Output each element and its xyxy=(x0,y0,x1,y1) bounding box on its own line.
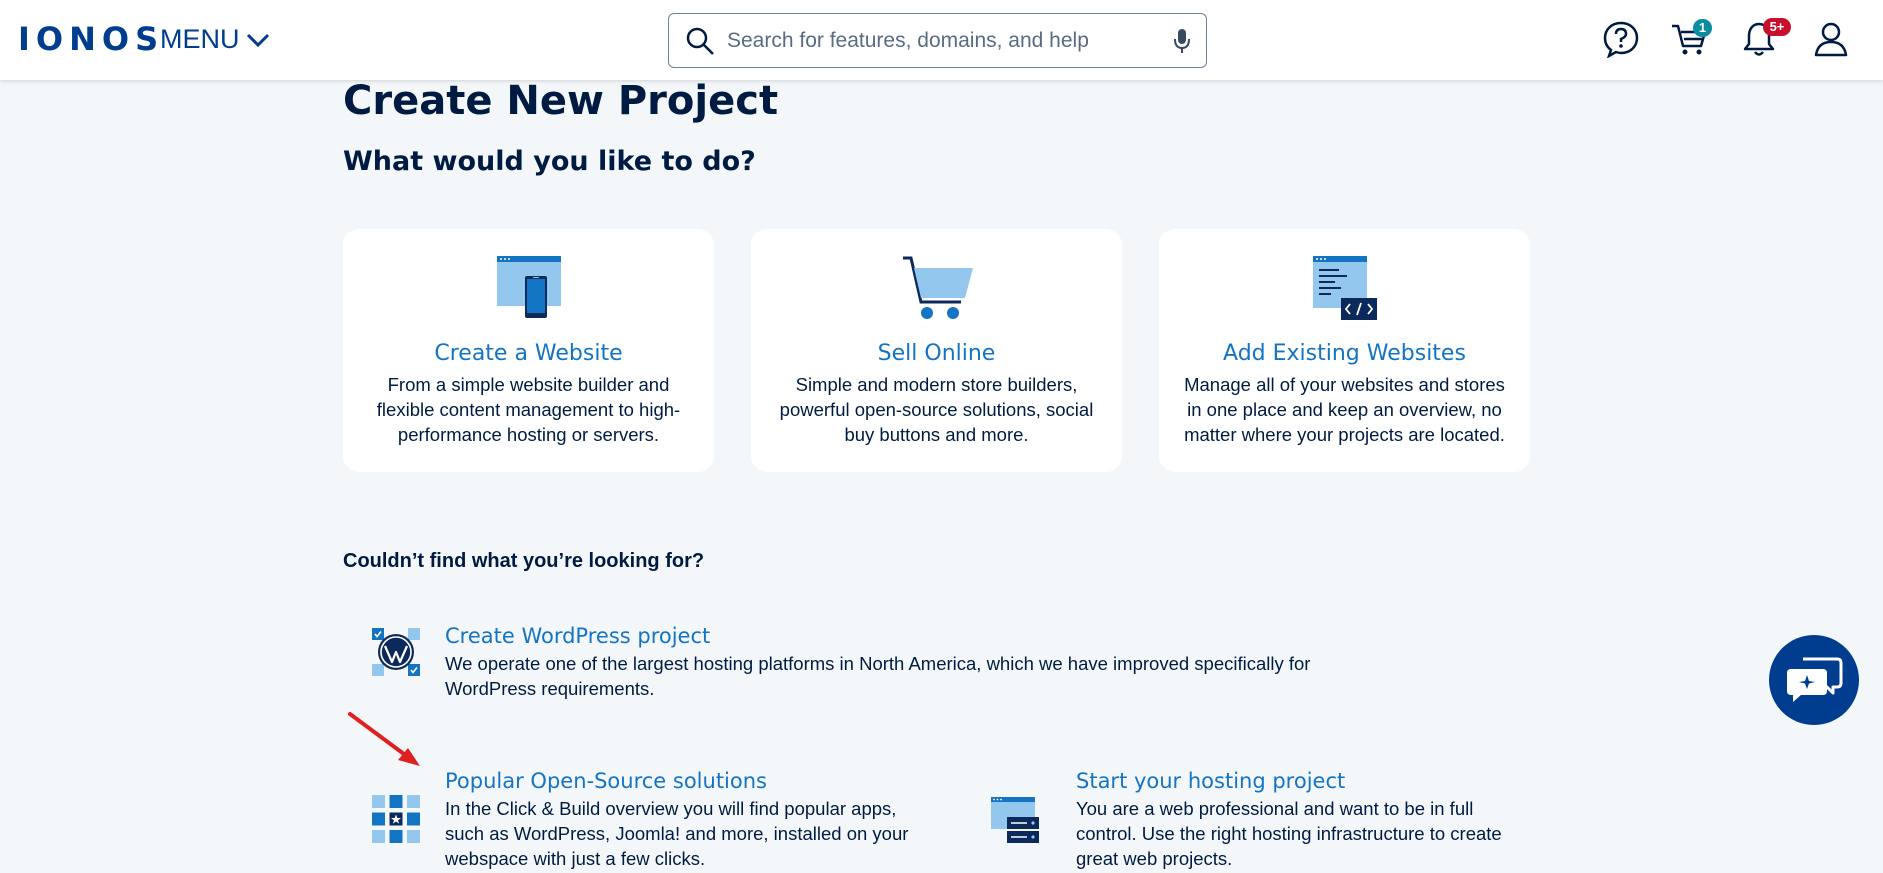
search-box[interactable] xyxy=(668,13,1207,68)
app-grid-icon xyxy=(372,795,420,843)
option-hosting-project[interactable]: Start your hosting project You are a web… xyxy=(989,769,1529,869)
user-icon[interactable] xyxy=(1812,20,1850,58)
option-description: In the Click & Build overview you will f… xyxy=(445,798,909,869)
notifications-badge: 5+ xyxy=(1763,18,1791,36)
shopping-cart-icon xyxy=(902,256,973,319)
option-open-source-solutions[interactable]: Popular Open-Source solutions In the Cli… xyxy=(370,769,910,869)
help-icon[interactable] xyxy=(1602,20,1640,58)
server-icon xyxy=(991,797,1039,843)
card-create-website[interactable]: Create a Website From a simple website b… xyxy=(343,229,714,472)
alternatives-heading: Couldn’t find what you’re looking for? xyxy=(343,550,705,572)
option-title: Create WordPress project xyxy=(445,624,711,648)
option-description: We operate one of the largest hosting pl… xyxy=(445,653,1311,699)
card-description: From a simple website builder and flexib… xyxy=(376,374,681,445)
option-description: You are a web professional and want to b… xyxy=(1076,798,1502,869)
menu-button[interactable]: MENU xyxy=(160,24,270,55)
card-title: Add Existing Websites xyxy=(1223,341,1466,366)
menu-label: MENU xyxy=(160,24,240,54)
card-description: Manage all of your websites and stores i… xyxy=(1184,374,1505,445)
option-title: Start your hosting project xyxy=(1076,769,1346,793)
chat-support-button[interactable] xyxy=(1769,635,1859,725)
cart-count-badge: 1 xyxy=(1693,19,1712,37)
chevron-down-icon xyxy=(246,33,269,47)
chat-icon xyxy=(1787,657,1843,702)
card-title: Create a Website xyxy=(434,341,623,366)
search-input[interactable] xyxy=(727,28,1157,53)
annotation-arrow xyxy=(348,712,420,766)
website-device-icon xyxy=(496,256,561,318)
top-header: IONOS MENU 1 5+ xyxy=(0,0,1883,80)
code-window-icon xyxy=(1312,256,1377,320)
card-title: Sell Online xyxy=(877,341,996,366)
card-description: Simple and modern store builders, powerf… xyxy=(779,374,1094,445)
search-icon xyxy=(686,27,714,55)
page-subtitle: What would you like to do? xyxy=(343,146,756,177)
microphone-icon[interactable] xyxy=(1172,27,1192,55)
card-add-existing-websites[interactable]: Add Existing Websites Manage all of your… xyxy=(1159,229,1530,472)
option-wordpress-project[interactable]: Create WordPress project We operate one … xyxy=(370,624,1410,699)
option-title: Popular Open-Source solutions xyxy=(445,769,767,793)
ionos-logo[interactable]: IONOS xyxy=(18,20,164,58)
wordpress-icon xyxy=(372,628,420,676)
page-title: Create New Project xyxy=(343,78,779,124)
card-sell-online[interactable]: Sell Online Simple and modern store buil… xyxy=(751,229,1122,472)
